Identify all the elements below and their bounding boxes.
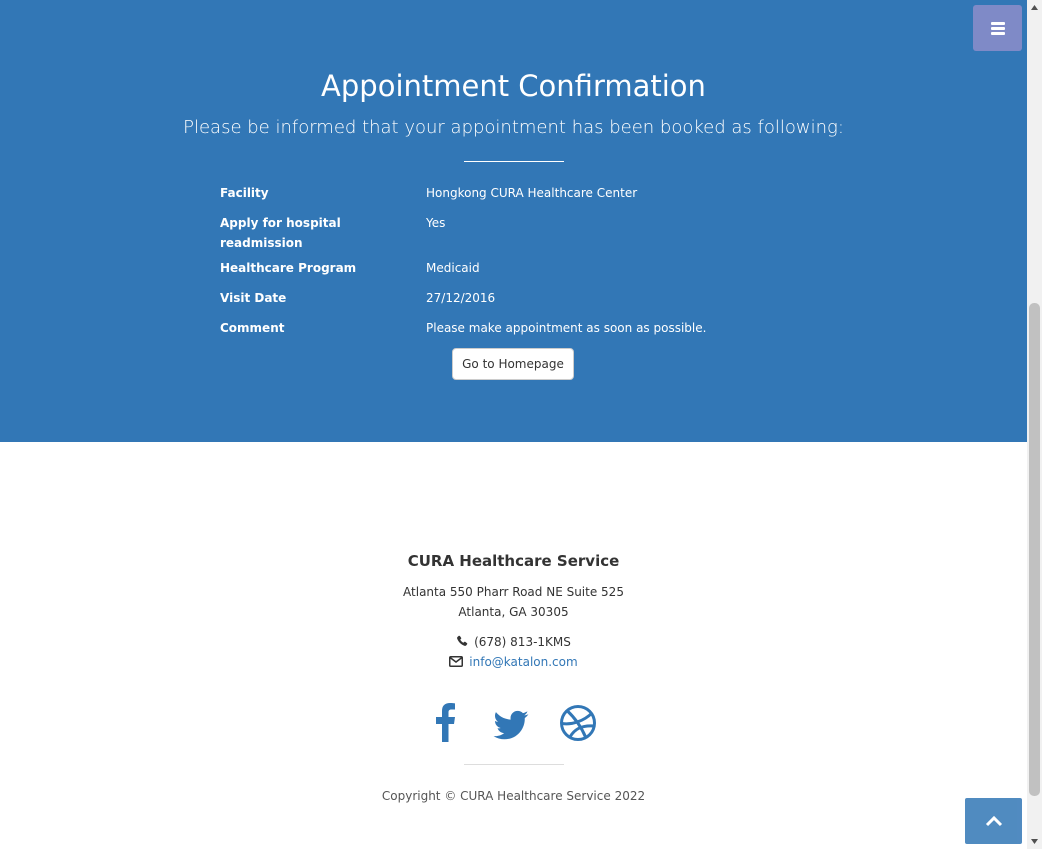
- footer-divider: [464, 764, 564, 765]
- menu-bars-icon: [990, 20, 1005, 37]
- phone-icon: [457, 635, 468, 646]
- readmission-value: Yes: [426, 216, 446, 230]
- page: Appointment Confirmation Please be infor…: [0, 0, 1027, 849]
- chevron-up-icon: [985, 815, 1002, 827]
- scroll-down-arrow-icon[interactable]: [1030, 837, 1039, 846]
- visit-date-label: Visit Date: [220, 291, 287, 305]
- scrollbar-thumb[interactable]: [1029, 303, 1040, 796]
- comment-label: Comment: [220, 321, 285, 335]
- copyright-text: Copyright © CURA Healthcare Service 2022: [381, 789, 646, 803]
- program-label: Healthcare Program: [220, 261, 357, 275]
- go-to-homepage-button[interactable]: Go to Homepage: [452, 348, 574, 380]
- phone-row: (678) 813-1KMS: [0, 632, 1027, 652]
- address-line-1: Atlanta 550 Pharr Road NE Suite 525: [403, 585, 624, 599]
- appointment-confirmation-section: Appointment Confirmation Please be infor…: [0, 0, 1027, 442]
- phone-number: (678) 813-1KMS: [474, 635, 571, 649]
- facebook-icon: [436, 703, 455, 742]
- facebook-link[interactable]: [428, 700, 462, 746]
- scroll-up-arrow-icon[interactable]: [1030, 3, 1039, 12]
- page-title: Appointment Confirmation: [321, 69, 706, 103]
- scroll-to-top-button[interactable]: [965, 798, 1022, 844]
- facility-label: Facility: [220, 186, 269, 200]
- comment-value: Please make appointment as soon as possi…: [426, 321, 707, 335]
- twitter-icon: [493, 710, 529, 740]
- email-row: info@katalon.com: [0, 652, 1027, 672]
- email-link[interactable]: info@katalon.com: [469, 655, 577, 669]
- visit-date-value: 27/12/2016: [426, 291, 496, 305]
- divider: [464, 161, 564, 162]
- footer-company-name: CURA Healthcare Service: [407, 552, 620, 570]
- readmission-label: Apply for hospital readmission: [220, 216, 341, 250]
- envelope-icon: [449, 656, 464, 667]
- facility-value: Hongkong CURA Healthcare Center: [426, 186, 638, 200]
- dribbble-icon: [560, 705, 596, 741]
- page-subtitle: Please be informed that your appointment…: [183, 117, 844, 138]
- twitter-link[interactable]: [492, 700, 530, 746]
- dribbble-link[interactable]: [558, 700, 598, 746]
- address-line-2: Atlanta, GA 30305: [458, 605, 569, 619]
- program-value: Medicaid: [426, 261, 480, 275]
- menu-toggle-button[interactable]: [973, 5, 1022, 51]
- vertical-scrollbar[interactable]: [1027, 0, 1042, 849]
